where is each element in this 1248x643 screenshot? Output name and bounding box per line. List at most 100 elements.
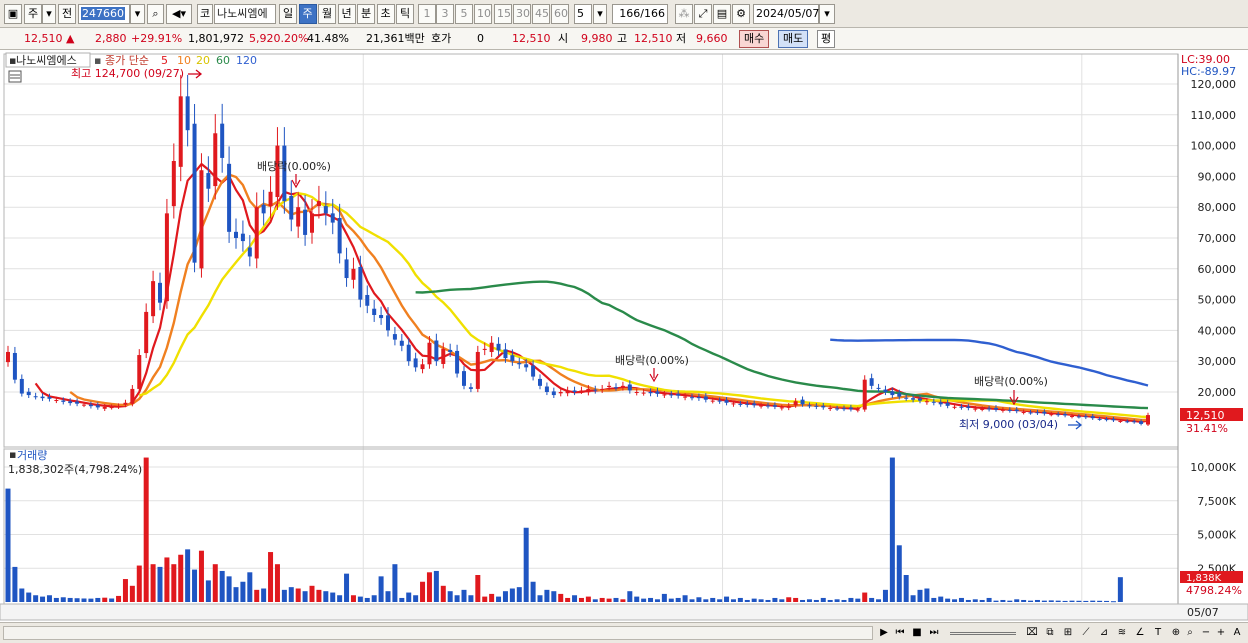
stock-name-field[interactable]: 나노씨엠에 xyxy=(214,4,276,24)
candle-body xyxy=(475,351,480,389)
sync-icon[interactable]: ⁂ xyxy=(675,4,693,24)
scroll-right-icon[interactable]: ▶ xyxy=(878,626,890,640)
overlay-icon[interactable]: ⧉ xyxy=(1043,626,1057,640)
interval-tab-7[interactable]: 60 xyxy=(551,4,569,24)
candle-body xyxy=(862,379,867,410)
average-button[interactable]: 평 xyxy=(817,30,836,48)
candlestick-chart[interactable]: 120,000 110,000 100,000 90,000 80,000 70,000 6… xyxy=(0,50,1248,643)
window-menu-icon[interactable]: ▣ xyxy=(4,4,22,24)
volume-bar xyxy=(198,550,204,602)
volume-bar xyxy=(502,591,508,602)
volume-bar xyxy=(12,566,18,602)
candle-body xyxy=(1049,414,1054,416)
text-tool-icon[interactable]: T xyxy=(1151,626,1165,640)
search-icon[interactable]: ⌕ xyxy=(147,4,164,24)
count-field[interactable]: 166/166 xyxy=(612,4,668,24)
candle-body xyxy=(793,401,798,406)
volume-bar xyxy=(931,597,937,602)
auto-scale-icon[interactable]: A xyxy=(1230,626,1244,640)
candle-body xyxy=(835,408,840,410)
zoom-in-icon[interactable]: + xyxy=(1215,626,1227,640)
volume-bar xyxy=(5,488,11,602)
current-price-tag-text: 12,510 xyxy=(1186,409,1225,422)
period-tab-6[interactable]: 틱 xyxy=(396,4,414,24)
candle-body xyxy=(911,398,916,400)
candle-body xyxy=(772,405,777,407)
volume-bar xyxy=(109,598,115,602)
fibonacci-icon[interactable]: ≋ xyxy=(1115,626,1129,640)
interval-tab-5[interactable]: 30 xyxy=(513,4,531,24)
draw-tool-icon[interactable]: ⤢ xyxy=(694,4,712,24)
candle-body xyxy=(441,348,446,364)
candle-body xyxy=(551,391,556,396)
volume-bar xyxy=(413,595,419,602)
volume-bar xyxy=(717,599,723,602)
interval-tab-0[interactable]: 1 xyxy=(418,4,436,24)
current-price: 12,510 xyxy=(24,32,63,45)
interval-tab-2[interactable]: 5 xyxy=(455,4,473,24)
candle-body xyxy=(1056,414,1061,416)
volume-bar xyxy=(1048,600,1054,602)
angle-icon[interactable]: ∠ xyxy=(1133,626,1147,640)
volume-bar xyxy=(972,599,978,602)
market-select[interactable]: 주 xyxy=(24,4,42,24)
volume-bar xyxy=(530,581,536,602)
trend-line-icon[interactable]: ⟋ xyxy=(1079,626,1093,640)
sound-icon[interactable]: ◀▾ xyxy=(166,4,192,24)
calendar-dropdown-icon[interactable]: ▾ xyxy=(819,4,835,24)
candle-body xyxy=(12,352,17,380)
zoom-slider[interactable] xyxy=(950,632,1016,635)
interval-tab-1[interactable]: 3 xyxy=(436,4,454,24)
code-input[interactable]: 247660 xyxy=(78,4,130,24)
period-tab-2[interactable]: 월 xyxy=(318,4,336,24)
candle-body xyxy=(496,343,501,351)
interval-tab-3[interactable]: 10 xyxy=(474,4,492,24)
candle-body xyxy=(178,96,183,167)
time-scrollbar[interactable] xyxy=(3,626,873,640)
data-table-icon[interactable] xyxy=(8,70,22,83)
turnover-rate: 41.48% xyxy=(307,32,349,45)
volume-bar xyxy=(848,597,854,602)
volume-bar xyxy=(295,588,301,602)
date-field[interactable]: 2024/05/07 xyxy=(753,4,819,24)
fast-forward-icon[interactable]: ⏭ xyxy=(927,626,941,640)
zoom-out-icon[interactable]: − xyxy=(1200,626,1212,640)
candle-body xyxy=(973,408,978,410)
volume-bar xyxy=(122,579,128,602)
volume-bar xyxy=(212,564,218,602)
sell-button[interactable]: 매도 xyxy=(778,30,809,48)
volume-pct-tag: 4798.24% xyxy=(1186,584,1242,597)
layout-icon[interactable]: ⊞ xyxy=(1061,626,1075,640)
crosshair-icon[interactable]: ⌧ xyxy=(1025,626,1039,640)
code-dropdown-icon[interactable]: ▾ xyxy=(130,4,145,24)
rewind-icon[interactable]: ⏮ xyxy=(893,626,907,640)
volume-bar xyxy=(26,592,32,602)
period-tab-5[interactable]: 초 xyxy=(376,4,395,24)
volume-bar xyxy=(945,598,951,602)
interval-dropdown-icon[interactable]: ▾ xyxy=(593,4,607,24)
pattern-icon[interactable]: ⊕ xyxy=(1169,626,1183,640)
period-tab-1[interactable]: 주 xyxy=(298,4,317,24)
stop-icon[interactable]: ■ xyxy=(910,626,924,640)
candle-body xyxy=(779,407,784,409)
interval-tab-4[interactable]: 15 xyxy=(494,4,512,24)
market-dropdown-icon[interactable]: ▾ xyxy=(42,4,56,24)
period-tab-0[interactable]: 일 xyxy=(279,4,297,24)
zoom-search-icon[interactable]: ⌕ xyxy=(1183,626,1197,640)
period-tab-4[interactable]: 분 xyxy=(357,4,375,24)
volume-bar xyxy=(116,595,122,602)
volume-bar xyxy=(323,591,329,602)
buy-button[interactable]: 매수 xyxy=(739,30,770,48)
interval-value[interactable]: 5 xyxy=(574,4,592,24)
interval-tab-6[interactable]: 45 xyxy=(532,4,550,24)
volume-bar xyxy=(654,599,660,602)
kind-select[interactable]: 전 xyxy=(58,4,76,24)
volume-bar xyxy=(19,588,25,602)
settings-icon[interactable]: ⚙ xyxy=(732,4,750,24)
candle-body xyxy=(310,213,314,233)
save-icon[interactable]: ▤ xyxy=(713,4,731,24)
period-tab-3[interactable]: 년 xyxy=(337,4,356,24)
quote-bar: 12,510 ▲ 2,880 +29.91% 1,801,972 5,920.2… xyxy=(0,28,1248,50)
ruler-icon[interactable]: ⊿ xyxy=(1097,626,1111,640)
code-label[interactable]: 코 xyxy=(197,4,213,24)
